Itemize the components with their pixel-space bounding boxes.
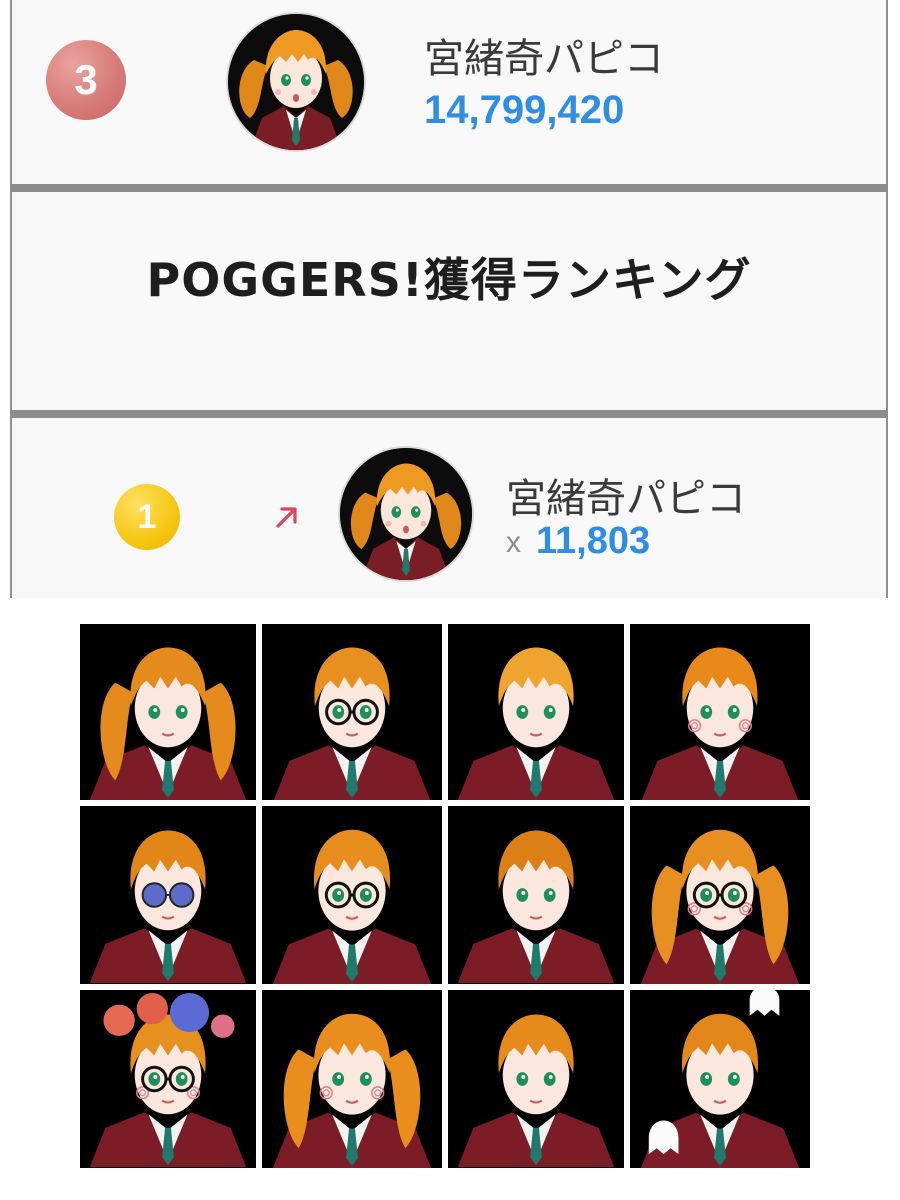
character-glasses-heart-hands-icon — [264, 624, 440, 800]
multiplier-symbol: x — [506, 526, 521, 559]
rank-badge: 3 — [46, 40, 126, 120]
portrait-tile — [448, 806, 624, 984]
character-with-white-ghosts-icon — [631, 990, 809, 1168]
portrait-tile — [262, 990, 442, 1168]
portrait-tile — [80, 624, 256, 800]
portrait-tile — [630, 990, 810, 1168]
divider — [10, 410, 888, 418]
user-name[interactable]: 宮緒奇パピコ — [424, 26, 664, 84]
character-long-braided-hair-icon — [80, 624, 256, 800]
user-name[interactable]: 宮緒奇パピコ — [506, 466, 746, 524]
character-round-glasses-bob-icon — [263, 806, 441, 984]
portrait-tile — [80, 806, 256, 984]
character-short-hair-spiral-cheeks-icon — [632, 624, 808, 800]
portrait-tile — [80, 990, 256, 1168]
character-rose-crown-glasses-icon — [80, 991, 256, 1167]
avatar-portrait-icon — [340, 448, 472, 580]
portrait-grid — [80, 624, 810, 1168]
portrait-tile — [448, 624, 624, 800]
arrow-up-right-icon — [276, 507, 297, 528]
character-long-hair-spiral-cheeks-icon — [263, 990, 441, 1168]
portrait-tile — [630, 624, 810, 800]
section-title: POGGERS!獲得ランキング — [146, 253, 752, 307]
portrait-tile — [448, 990, 624, 1168]
character-round-blue-sunglasses-icon — [80, 807, 256, 983]
score-value: 14,799,420 — [424, 88, 625, 132]
divider — [10, 184, 888, 192]
ranking-screenshot: 3 宮緒奇パピコ 14,799,420 POGGERS!獲得ランキング 1 宮緒… — [0, 0, 900, 598]
avatar-portrait-icon — [228, 14, 364, 150]
character-bald-white-mask-bowing-icon — [448, 624, 624, 800]
poggers-count: 11,803 — [536, 520, 651, 562]
portrait-tile — [630, 806, 810, 984]
character-pigtails-glasses-fists-icon — [631, 806, 809, 984]
avatar[interactable] — [340, 448, 472, 580]
rank-badge: 1 — [114, 484, 180, 550]
character-spiky-hair-close-up-icon — [448, 991, 624, 1167]
portrait-tile — [262, 624, 442, 800]
character-headphones-cat-ears-icon — [448, 807, 624, 983]
portrait-tile — [262, 806, 442, 984]
avatar[interactable] — [228, 14, 364, 150]
page: 3 宮緒奇パピコ 14,799,420 POGGERS!獲得ランキング 1 宮緒… — [0, 0, 900, 1200]
